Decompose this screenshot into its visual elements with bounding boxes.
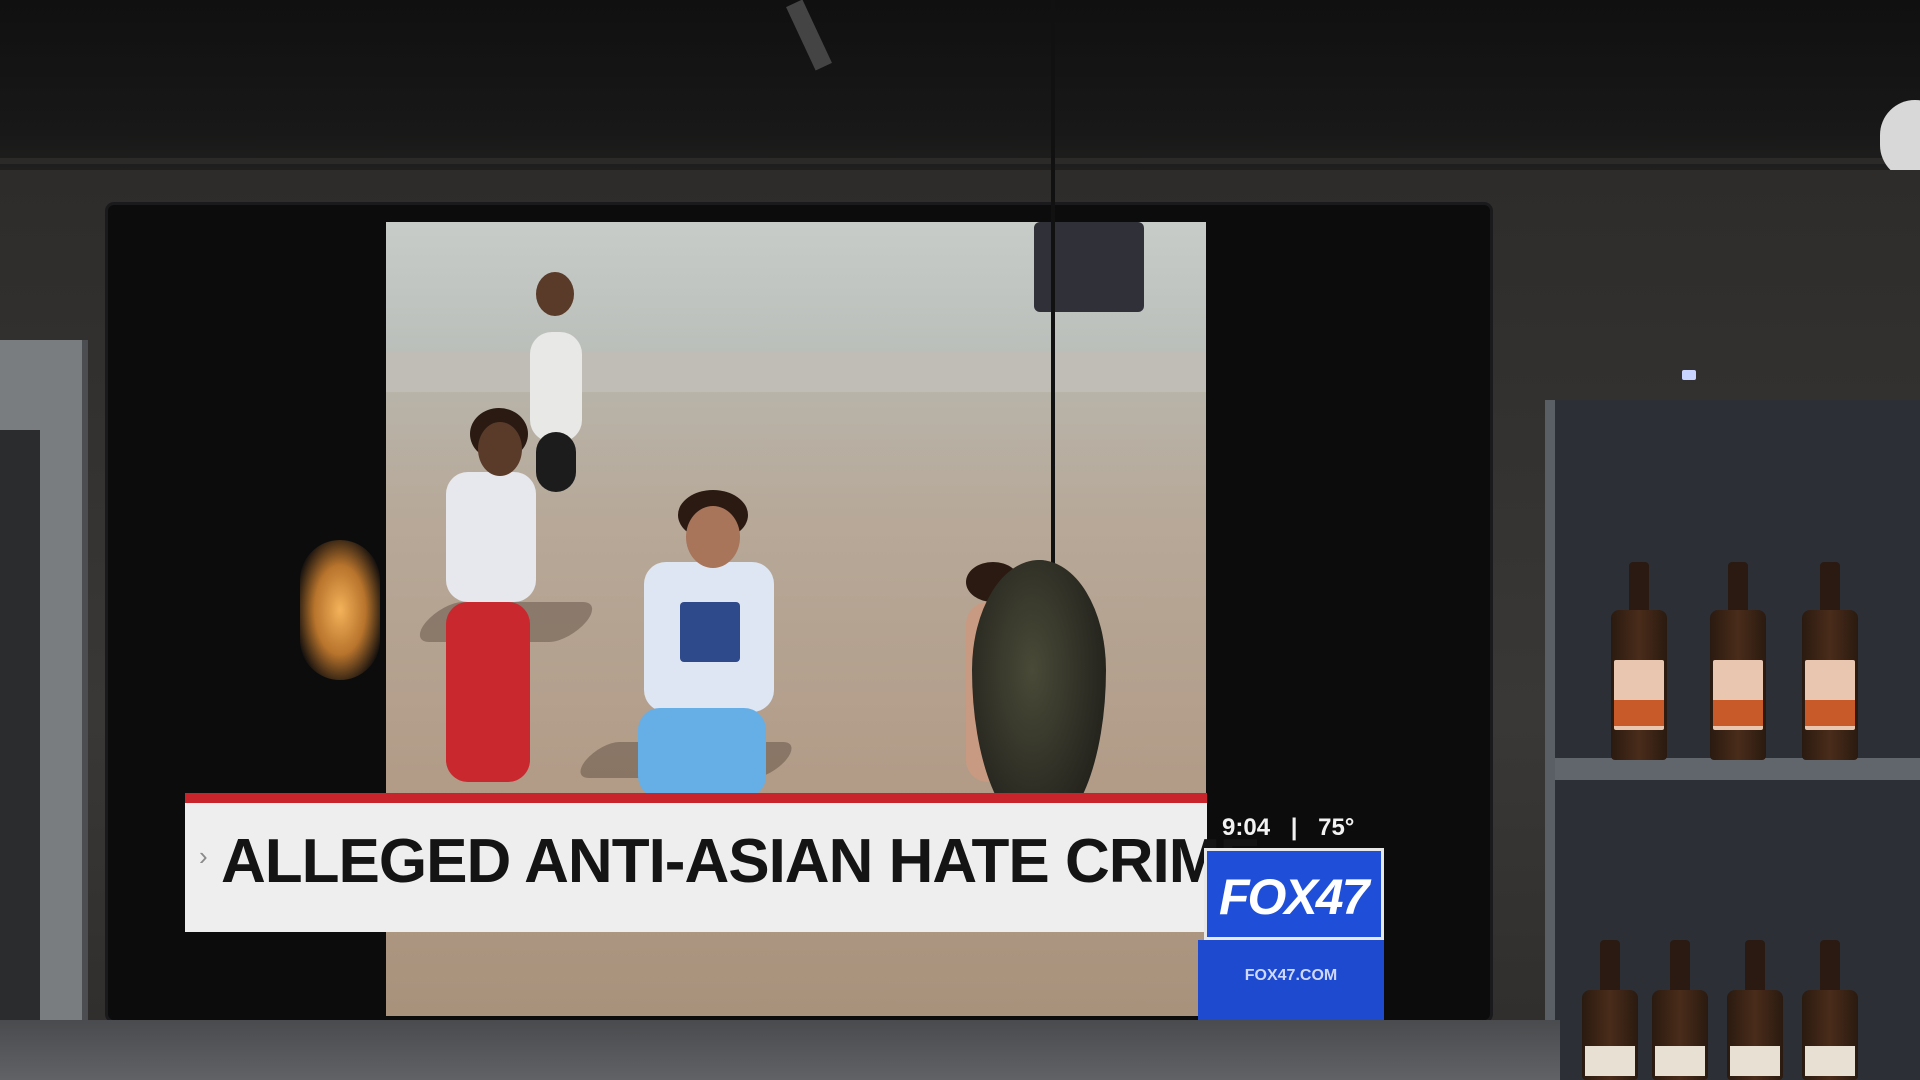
- bottle-label: [1585, 1046, 1635, 1076]
- bottle-label: [1805, 660, 1855, 730]
- lamp-reflection: [300, 540, 380, 680]
- person-head: [536, 272, 574, 316]
- headline-text: ALLEGED ANTI-ASIAN HATE CRIME: [221, 827, 1261, 896]
- news-lower-third: › ALLEGED ANTI-ASIAN HATE CRIME: [185, 793, 1261, 932]
- pendant-lamp-cord: [1051, 0, 1055, 570]
- station-url: FOX47.COM: [1244, 967, 1338, 984]
- curb: [386, 352, 1206, 392]
- counter: [0, 1020, 1560, 1080]
- bottle-label: [1655, 1046, 1705, 1076]
- station-logo: FOX47: [1204, 848, 1384, 940]
- clock-time: 9:04: [1222, 814, 1271, 841]
- bottle-label: [1614, 660, 1664, 730]
- label-mark: [1713, 700, 1763, 726]
- shirt-graphic: [680, 602, 740, 662]
- person-head: [478, 422, 522, 476]
- person-head: [686, 506, 740, 568]
- left-shelf-opening: [0, 430, 40, 1070]
- readout-separator: |: [1290, 814, 1298, 841]
- bottle-label: [1805, 1046, 1855, 1076]
- label-mark: [1805, 700, 1855, 726]
- person-shorts: [536, 432, 576, 492]
- person-white-shirt: [446, 472, 536, 602]
- time-temperature-readout: 9:04 | 75°: [1222, 812, 1382, 844]
- station-logo-text: FOX47: [1219, 869, 1369, 925]
- chevron-right-icon: ›: [199, 841, 208, 871]
- shelf-board: [1555, 758, 1920, 780]
- video-source-caption: [596, 986, 996, 1002]
- tv-indicator-light: [1682, 370, 1696, 380]
- person-blue-shorts: [638, 708, 766, 798]
- temperature: 75°: [1318, 814, 1355, 841]
- bottle-label: [1713, 660, 1763, 730]
- left-shelf: [0, 340, 88, 1080]
- person-red-pants: [446, 602, 530, 782]
- bottle-label: [1730, 1046, 1780, 1076]
- person-tank-top: [530, 332, 582, 442]
- ceiling-seam: [0, 158, 1920, 164]
- label-mark: [1614, 700, 1664, 726]
- station-url-box: FOX47.COM: [1198, 940, 1384, 1024]
